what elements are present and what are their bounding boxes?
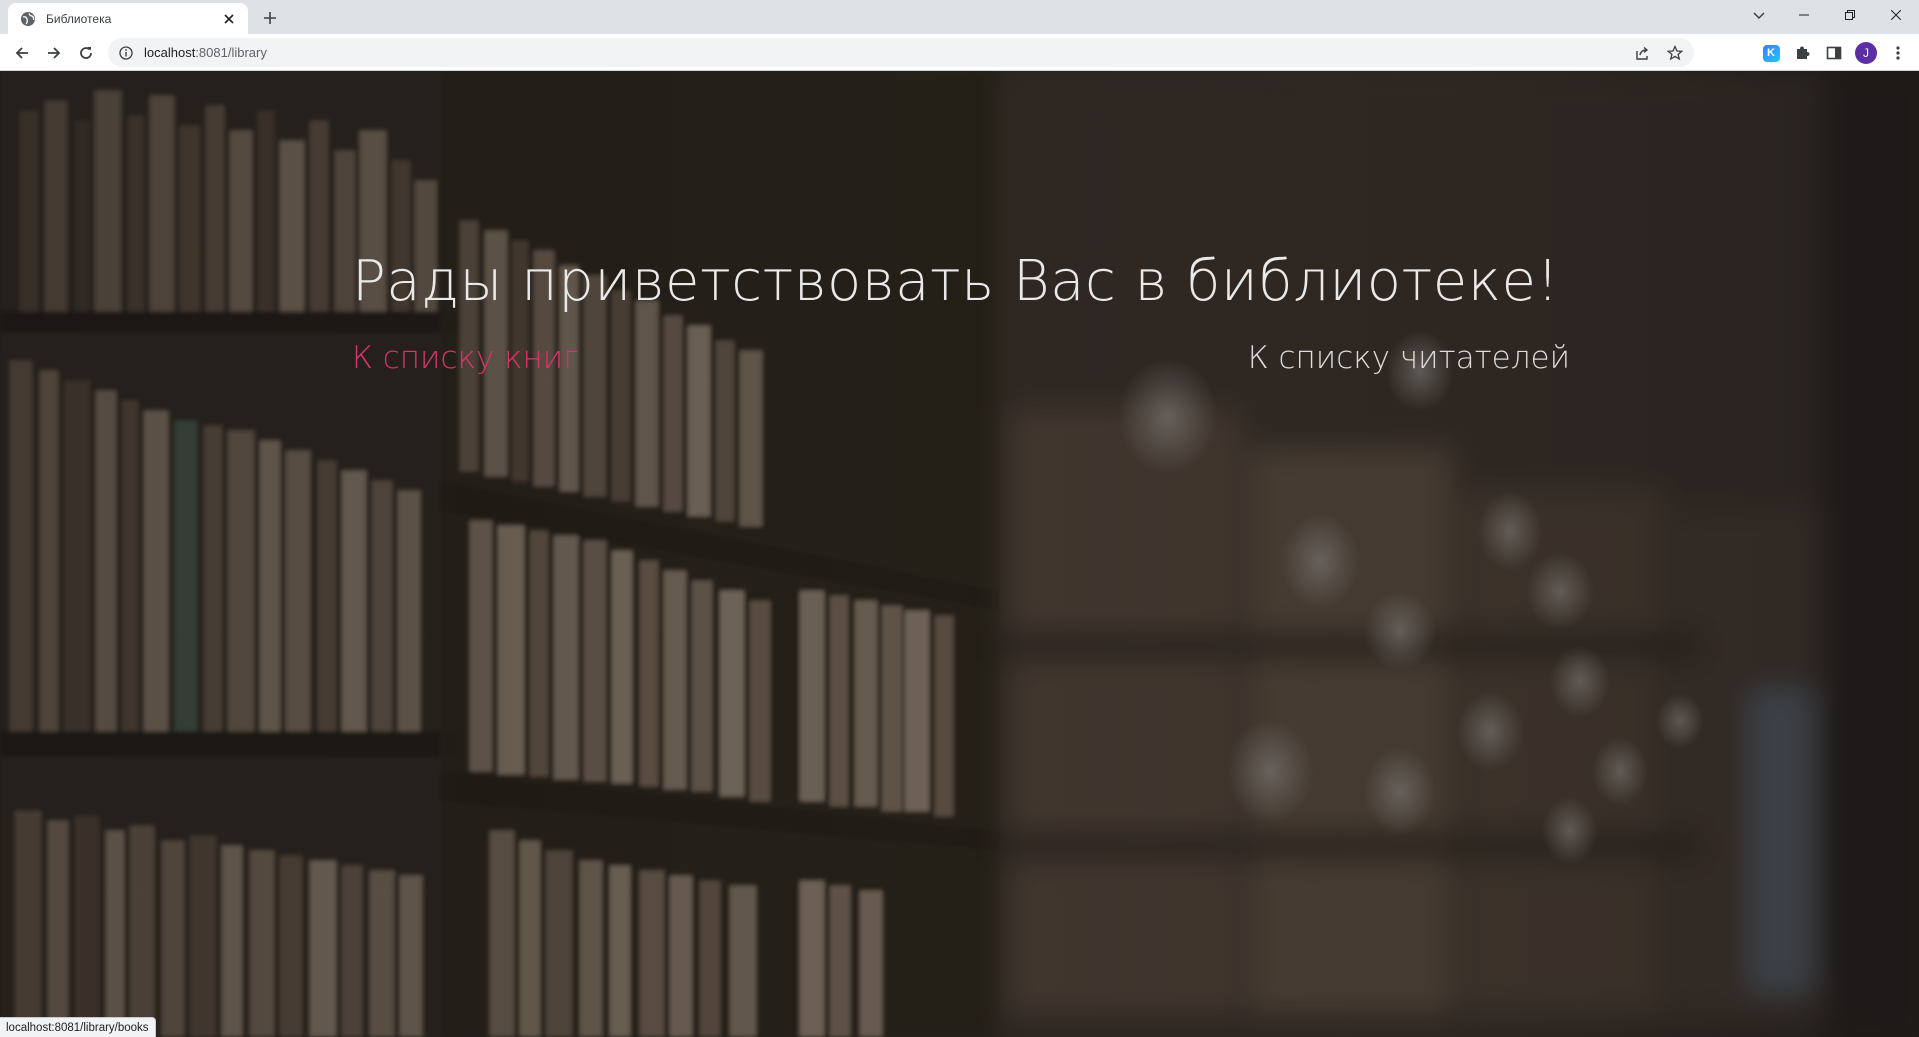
dark-overlay <box>0 71 1919 1037</box>
close-icon[interactable] <box>220 10 238 28</box>
puzzle-icon[interactable] <box>1788 39 1816 67</box>
url-host: localhost <box>144 45 196 60</box>
address-bar[interactable]: localhost:8081/library <box>108 38 1694 67</box>
star-icon[interactable] <box>1664 42 1686 64</box>
url-path: :8081/library <box>195 45 267 60</box>
info-icon[interactable] <box>118 45 134 61</box>
globe-icon <box>20 11 36 27</box>
status-bar-url: localhost:8081/library/books <box>0 1017 156 1037</box>
browser-tab[interactable]: Библиотека <box>8 3 248 34</box>
avatar: J <box>1855 42 1877 64</box>
tab-title: Библиотека <box>46 11 112 26</box>
window-controls <box>1781 0 1919 30</box>
browser-toolbar: localhost:8081/library K J <box>0 34 1919 71</box>
extension-letter: K <box>1762 44 1780 62</box>
page-viewport: Рады приветствовать Вас в библиотеке! К … <box>0 71 1919 1037</box>
kebab-menu-icon[interactable] <box>1884 39 1912 67</box>
forward-arrow-icon[interactable] <box>40 39 68 67</box>
restore-icon[interactable] <box>1827 0 1873 30</box>
reload-icon[interactable] <box>72 39 100 67</box>
side-panel-icon[interactable] <box>1820 39 1848 67</box>
chevron-down-icon[interactable] <box>1745 2 1773 30</box>
books-list-link[interactable]: К списку книг <box>352 340 578 376</box>
readers-list-link[interactable]: К списку читателей <box>1248 340 1570 376</box>
tab-strip: Библиотека <box>0 0 1919 34</box>
url-text: localhost:8081/library <box>144 45 267 60</box>
kaspersky-extension-icon[interactable]: K <box>1757 39 1785 67</box>
profile-avatar[interactable]: J <box>1852 39 1880 67</box>
share-icon[interactable] <box>1632 42 1654 64</box>
back-arrow-icon[interactable] <box>8 39 36 67</box>
plus-icon[interactable] <box>258 6 282 30</box>
page-title: Рады приветствовать Вас в библиотеке! <box>352 249 1560 314</box>
close-window-icon[interactable] <box>1873 0 1919 30</box>
minimize-icon[interactable] <box>1781 0 1827 30</box>
